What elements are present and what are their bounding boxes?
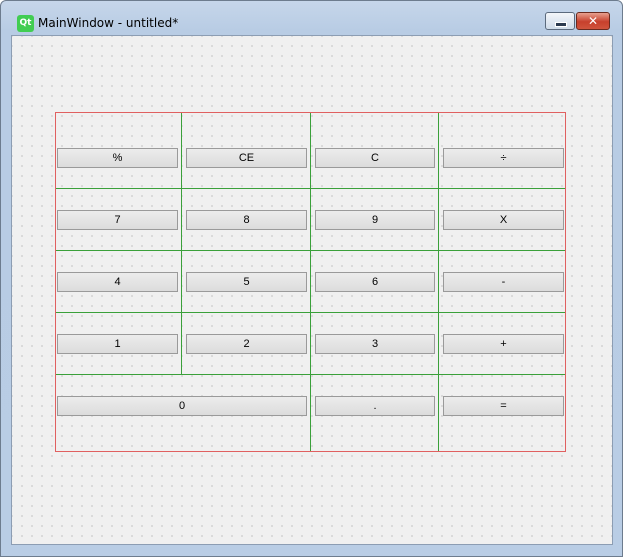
clear-button[interactable]: C (315, 148, 435, 168)
grid-line-vertical (310, 113, 311, 451)
subtract-button[interactable]: - (443, 272, 564, 292)
digit-7-button[interactable]: 7 (57, 210, 178, 230)
multiply-button[interactable]: X (443, 210, 564, 230)
digit-0-button[interactable]: 0 (57, 396, 307, 416)
grid-line-horizontal (56, 188, 565, 189)
digit-9-button[interactable]: 9 (315, 210, 435, 230)
digit-2-button[interactable]: 2 (186, 334, 307, 354)
close-icon: ✕ (587, 14, 599, 28)
digit-3-button[interactable]: 3 (315, 334, 435, 354)
digit-1-button[interactable]: 1 (57, 334, 178, 354)
digit-6-button[interactable]: 6 (315, 272, 435, 292)
clear-entry-button[interactable]: CE (186, 148, 307, 168)
divide-button[interactable]: ÷ (443, 148, 564, 168)
grid-line-horizontal (56, 374, 565, 375)
minimize-icon (555, 22, 567, 27)
percent-button[interactable]: % (57, 148, 178, 168)
digit-8-button[interactable]: 8 (186, 210, 307, 230)
add-button[interactable]: + (443, 334, 564, 354)
grid-line-horizontal (56, 312, 565, 313)
grid-line-vertical (438, 113, 439, 451)
equals-button[interactable]: = (443, 396, 564, 416)
grid-line-horizontal (56, 250, 565, 251)
digit-4-button[interactable]: 4 (57, 272, 178, 292)
digit-5-button[interactable]: 5 (186, 272, 307, 292)
window-title: MainWindow - untitled* (38, 16, 179, 30)
decimal-point-button[interactable]: . (315, 396, 435, 416)
minimize-button[interactable] (545, 12, 575, 30)
title-bar[interactable]: Qt MainWindow - untitled* ✕ (1, 1, 622, 35)
grid-line-vertical (181, 113, 182, 374)
qt-logo-icon: Qt (17, 15, 34, 32)
close-button[interactable]: ✕ (576, 12, 610, 30)
